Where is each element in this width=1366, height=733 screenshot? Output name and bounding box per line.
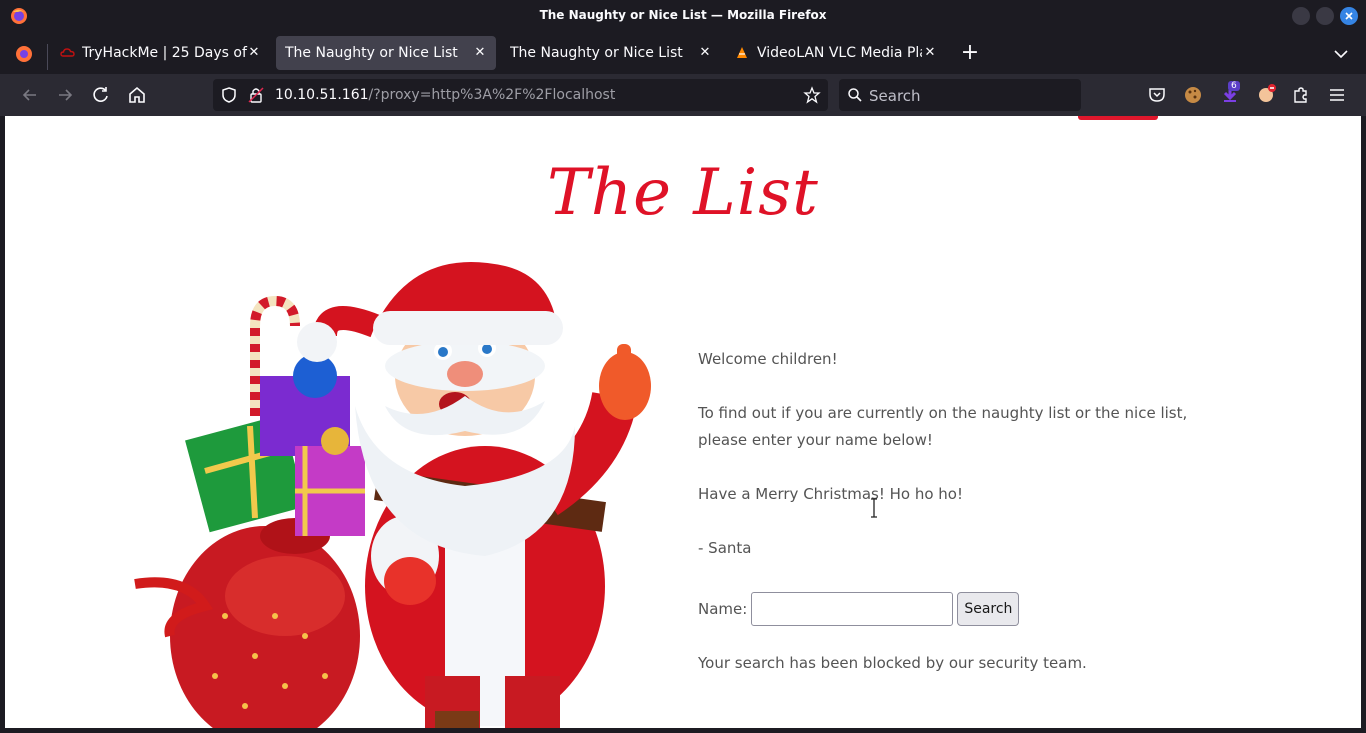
tab-label: VideoLAN VLC Media Play: [757, 45, 922, 61]
close-window-button[interactable]: [1340, 7, 1358, 25]
nav-toolbar: 10.10.51.161/?proxy=http%3A%2F%2Flocalho…: [0, 74, 1366, 116]
text-cursor-icon: [871, 498, 877, 518]
user-agent-extension-button[interactable]: [1256, 83, 1278, 109]
tab-naughty-nice-active[interactable]: The Naughty or Nice List ✕: [276, 36, 496, 70]
download-extension-button[interactable]: 6: [1219, 81, 1241, 109]
name-input[interactable]: [751, 592, 954, 626]
puzzle-piece-icon: [1294, 87, 1307, 103]
tab-naughty-nice[interactable]: The Naughty or Nice List ✕: [501, 36, 721, 70]
new-tab-button[interactable]: +: [958, 42, 982, 66]
tab-label: The Naughty or Nice List: [285, 45, 458, 61]
list-all-tabs-button[interactable]: [1330, 44, 1352, 64]
decorative-red-tab: [1078, 116, 1158, 120]
name-label: Name:: [698, 600, 748, 618]
cookie-icon: [1185, 87, 1201, 103]
home-button[interactable]: [124, 82, 150, 108]
extensions-button[interactable]: [1291, 85, 1311, 109]
firefox-view-icon: [16, 46, 32, 62]
vlc-cone-icon: [737, 47, 747, 58]
url-text[interactable]: 10.10.51.161/?proxy=http%3A%2F%2Flocalho…: [275, 87, 615, 103]
window-title: The Naughty or Nice List — Mozilla Firef…: [539, 8, 827, 22]
url-host: 10.10.51.161: [275, 87, 369, 103]
hamburger-menu-icon: [1330, 89, 1344, 101]
app-menu-button[interactable]: [1327, 85, 1347, 109]
tab-tryhackme[interactable]: TryHackMe | 25 Days of Cy ✕: [52, 36, 270, 70]
home-icon: [129, 86, 145, 103]
tab-strip: TryHackMe | 25 Days of Cy ✕ The Naughty …: [0, 32, 1366, 74]
search-icon: [848, 88, 862, 102]
pocket-icon: [1149, 88, 1165, 102]
plus-icon: +: [960, 40, 980, 65]
search-bar[interactable]: Search: [839, 79, 1081, 111]
chevron-down-icon: [1334, 50, 1348, 59]
firefox-view-button[interactable]: [12, 42, 38, 66]
tab-close-icon[interactable]: ✕: [470, 43, 490, 63]
search-result-message: Your search has been blocked by our secu…: [698, 654, 1087, 672]
search-placeholder: Search: [869, 87, 921, 105]
tab-close-icon[interactable]: ✕: [244, 43, 264, 63]
page-viewport: The List Welcome children! To find out i…: [5, 116, 1361, 728]
page-title: The List: [547, 156, 819, 230]
reload-button[interactable]: [88, 82, 114, 108]
santa-illustration: [134, 262, 651, 728]
pocket-button[interactable]: [1147, 85, 1167, 109]
maximize-button[interactable]: [1316, 7, 1334, 25]
arrow-left-icon: [22, 89, 36, 101]
cookie-extension-button[interactable]: [1183, 85, 1203, 109]
tryhackme-cloud-icon: [60, 48, 75, 57]
arrow-right-icon: [59, 89, 73, 101]
tab-label: TryHackMe | 25 Days of Cy: [82, 45, 250, 61]
shield-icon: [222, 87, 236, 103]
bookmark-star-icon[interactable]: [803, 86, 821, 104]
back-button[interactable]: [17, 82, 43, 108]
intro-text: To find out if you are currently on the …: [698, 404, 1188, 449]
search-button[interactable]: Search: [957, 592, 1020, 626]
url-bar[interactable]: 10.10.51.161/?proxy=http%3A%2F%2Flocalho…: [213, 79, 828, 111]
signature-text: - Santa: [698, 539, 752, 557]
tab-close-icon[interactable]: ✕: [920, 43, 940, 63]
minimize-button[interactable]: [1292, 7, 1310, 25]
extension-badge: 6: [1228, 81, 1240, 91]
reload-icon: [93, 87, 108, 102]
tab-vlc[interactable]: VideoLAN VLC Media Play ✕: [726, 36, 946, 70]
welcome-message: Welcome children! To find out if you are…: [698, 346, 1228, 589]
greeting-text: Have a Merry Christmas! Ho ho ho!: [698, 485, 963, 503]
url-path: /?proxy=http%3A%2F%2Flocalhost: [368, 87, 616, 103]
window-titlebar: The Naughty or Nice List — Mozilla Firef…: [0, 0, 1366, 32]
close-icon: [1345, 12, 1353, 20]
forward-button[interactable]: [52, 82, 78, 108]
search-form: Name: Search: [698, 592, 1020, 626]
welcome-text: Welcome children!: [698, 350, 838, 368]
face-extension-icon: [1259, 84, 1276, 102]
insecure-lock-icon: [248, 87, 264, 103]
tab-close-icon[interactable]: ✕: [695, 43, 715, 63]
tab-label: The Naughty or Nice List: [510, 45, 683, 61]
